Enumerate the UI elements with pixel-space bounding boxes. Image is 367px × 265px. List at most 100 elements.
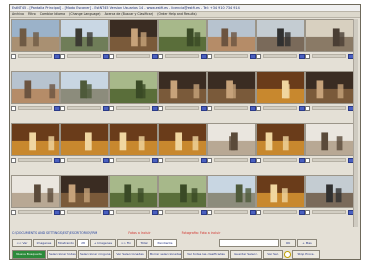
thumbnail-item[interactable] — [109, 175, 158, 215]
thumbnail-item[interactable] — [11, 175, 60, 215]
select-checkbox[interactable] — [207, 105, 212, 111]
photo-thumbnail[interactable] — [109, 71, 158, 104]
delete-button[interactable]: Borrar seleccionadas — [148, 249, 182, 259]
photo-thumbnail[interactable] — [109, 123, 158, 156]
rating-field[interactable] — [263, 158, 297, 162]
total-field[interactable]: Pendiente — [153, 238, 177, 247]
thumbnail-item[interactable] — [256, 71, 305, 111]
select-checkbox[interactable] — [256, 209, 261, 215]
photo-thumbnail[interactable] — [11, 71, 60, 104]
thumbnail-item[interactable] — [60, 19, 109, 59]
select-checkbox[interactable] — [158, 157, 163, 163]
rating-field[interactable] — [263, 54, 297, 58]
thumbnail-item[interactable] — [60, 71, 109, 111]
rating-field[interactable] — [18, 54, 52, 58]
thumbnail-item[interactable] — [158, 123, 207, 163]
thumbnail-item[interactable] — [11, 19, 60, 59]
photo-thumbnail[interactable] — [11, 19, 60, 52]
rating-field[interactable] — [214, 158, 248, 162]
rating-field[interactable] — [214, 54, 248, 58]
select-checkbox[interactable] — [109, 209, 114, 215]
rating-field[interactable] — [214, 106, 248, 110]
thumbnail-item[interactable] — [256, 123, 305, 163]
select-all-button[interactable]: Seleccionar todas — [47, 249, 77, 259]
rating-field[interactable] — [214, 210, 248, 214]
photo-thumbnail[interactable] — [60, 123, 109, 156]
photo-thumbnail[interactable] — [60, 175, 109, 208]
photo-thumbnail[interactable] — [256, 71, 305, 104]
thumbnail-item[interactable] — [256, 175, 305, 215]
thumbnail-item[interactable] — [305, 19, 354, 59]
photo-thumbnail[interactable] — [158, 175, 207, 208]
back-button[interactable]: << Ver — [12, 238, 32, 247]
rating-field[interactable] — [263, 210, 297, 214]
rating-field[interactable] — [116, 106, 150, 110]
menu-item[interactable]: (Order Help and Results) — [157, 12, 196, 16]
thumbnail-item[interactable] — [305, 123, 354, 163]
select-checkbox[interactable] — [207, 209, 212, 215]
see-button[interactable]: Ver Sel. — [263, 249, 283, 259]
thumbnail-item[interactable] — [256, 19, 305, 59]
photo-thumbnail[interactable] — [109, 19, 158, 52]
menu-item[interactable]: Archivo — [12, 12, 24, 16]
thumbnail-item[interactable] — [109, 123, 158, 163]
photo-thumbnail[interactable] — [305, 175, 354, 208]
thumbnail-item[interactable] — [11, 123, 60, 163]
select-checkbox[interactable] — [60, 209, 65, 215]
select-checkbox[interactable] — [11, 105, 16, 111]
select-checkbox[interactable] — [207, 157, 212, 163]
thumbnail-item[interactable] — [158, 19, 207, 59]
photo-thumbnail[interactable] — [158, 123, 207, 156]
search-field[interactable] — [219, 238, 279, 247]
select-checkbox[interactable] — [109, 105, 114, 111]
rating-field[interactable] — [165, 54, 199, 58]
photo-thumbnail[interactable] — [207, 71, 256, 104]
menu-item[interactable]: Filtro — [28, 12, 36, 16]
rating-field[interactable] — [67, 210, 101, 214]
select-checkbox[interactable] — [11, 157, 16, 163]
photo-thumbnail[interactable] — [305, 71, 354, 104]
vertical-scrollbar[interactable] — [353, 19, 358, 227]
select-checkbox[interactable] — [305, 209, 310, 215]
thumbnail-item[interactable] — [109, 71, 158, 111]
select-checkbox[interactable] — [11, 209, 16, 215]
rating-field[interactable] — [165, 210, 199, 214]
photo-thumbnail[interactable] — [207, 175, 256, 208]
select-checkbox[interactable] — [109, 157, 114, 163]
rating-field[interactable] — [263, 106, 297, 110]
select-checkbox[interactable] — [305, 157, 310, 163]
rating-field[interactable] — [18, 106, 52, 110]
select-checkbox[interactable] — [305, 53, 310, 59]
stop-button[interactable]: Stop Proce. — [292, 249, 320, 259]
photo-thumbnail[interactable] — [256, 175, 305, 208]
thumbnail-item[interactable] — [109, 19, 158, 59]
rating-field[interactable] — [116, 158, 150, 162]
select-checkbox[interactable] — [60, 157, 65, 163]
thumbnail-item[interactable] — [305, 175, 354, 215]
photo-thumbnail[interactable] — [256, 123, 305, 156]
rating-field[interactable] — [67, 106, 101, 110]
images-button[interactable]: Imagenes — [33, 238, 55, 247]
see-selected-button[interactable]: Ver Seleccionadas — [113, 249, 147, 259]
select-checkbox[interactable] — [60, 105, 65, 111]
photo-thumbnail[interactable] — [11, 175, 60, 208]
select-checkbox[interactable] — [158, 209, 163, 215]
select-checkbox[interactable] — [60, 53, 65, 59]
thumbnail-item[interactable] — [11, 71, 60, 111]
thumbnail-item[interactable] — [207, 71, 256, 111]
select-checkbox[interactable] — [256, 157, 261, 163]
photo-thumbnail[interactable] — [60, 19, 109, 52]
photo-thumbnail[interactable] — [158, 19, 207, 52]
more-images-button[interactable]: + Imagenes — [90, 238, 116, 247]
select-checkbox[interactable] — [305, 105, 310, 111]
rating-field[interactable] — [116, 54, 150, 58]
rating-field[interactable] — [67, 54, 101, 58]
select-checkbox[interactable] — [11, 53, 16, 59]
rating-field[interactable] — [165, 106, 199, 110]
thumbnail-item[interactable] — [158, 71, 207, 111]
rating-field[interactable] — [116, 210, 150, 214]
select-checkbox[interactable] — [207, 53, 212, 59]
rating-field[interactable] — [18, 210, 52, 214]
select-checkbox[interactable] — [158, 105, 163, 111]
photo-thumbnail[interactable] — [109, 175, 158, 208]
